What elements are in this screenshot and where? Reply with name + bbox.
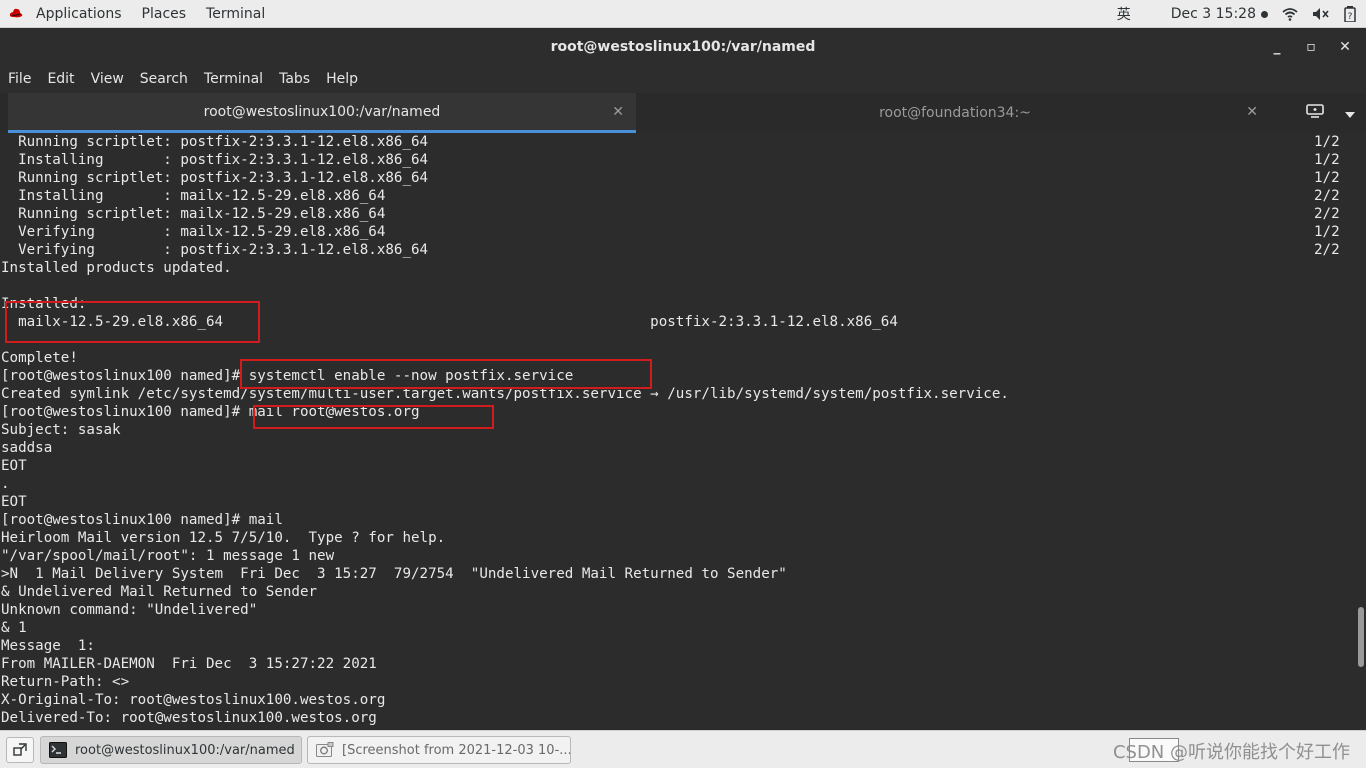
taskbar-item-screenshot[interactable]: [Screenshot from 2021-12-03 10-...: [307, 736, 571, 764]
maximize-icon: ▫: [1306, 38, 1316, 55]
terminal-line: [root@westoslinux100 named]# mail root@w…: [1, 404, 420, 420]
menubar: File Edit View Search Terminal Tabs Help: [0, 65, 1366, 93]
svg-text:?: ?: [1348, 12, 1353, 22]
terminal-line: Running scriptlet: postfix-2:3.3.1-12.el…: [1, 170, 429, 186]
watermark-text: CSDN @听说你能找个好工作: [1112, 742, 1350, 763]
volume-muted-icon[interactable]: [1312, 7, 1330, 21]
terminal-line: From MAILER-DAEMON Fri Dec 3 15:27:22 20…: [1, 656, 377, 672]
tab-bar: root@westoslinux100:/var/named ✕ root@fo…: [0, 93, 1366, 133]
terminal-line: saddsa: [1, 440, 53, 456]
terminal-line: Running scriptlet: postfix-2:3.3.1-12.el…: [1, 134, 429, 150]
menu-file[interactable]: File: [0, 71, 39, 87]
terminal-line: Return-Path: <>: [1, 674, 130, 690]
terminal-line: Heirloom Mail version 12.5 7/5/10. Type …: [1, 530, 446, 546]
tab-label: root@westoslinux100:/var/named: [203, 103, 441, 120]
power-battery-icon[interactable]: ?: [1344, 6, 1356, 22]
terminal-line: >N 1 Mail Delivery System Fri Dec 3 15:2…: [1, 566, 787, 582]
close-icon: ✕: [1339, 38, 1351, 55]
taskbar-item-label: [Screenshot from 2021-12-03 10-...: [342, 742, 571, 758]
terminal-line: Installed products updated.: [1, 260, 232, 276]
terminal-line: Verifying : mailx-12.5-29.el8.x86_64: [1, 224, 386, 240]
places-menu[interactable]: Places: [132, 6, 197, 22]
terminal-scrollbar[interactable]: [1358, 607, 1364, 667]
taskbar: root@westoslinux100:/var/named [Screensh…: [0, 730, 1366, 768]
clock-text: Dec 3 15:28: [1170, 6, 1256, 22]
terminal-line: Verifying : postfix-2:3.3.1-12.el8.x86_6…: [1, 242, 429, 258]
redhat-logo-icon: [9, 8, 23, 17]
terminal-line: .: [1, 476, 10, 492]
terminal-line: Running scriptlet: mailx-12.5-29.el8.x86…: [1, 206, 386, 222]
terminal-line: EOT: [1, 494, 27, 510]
menu-terminal[interactable]: Terminal: [196, 71, 271, 87]
install-progress-value: 1/2: [1314, 152, 1340, 168]
terminal-line: & 1: [1, 620, 27, 636]
new-tab-icon[interactable]: [1306, 103, 1324, 123]
install-progress-value: 2/2: [1314, 206, 1340, 222]
applications-menu[interactable]: Applications: [26, 6, 132, 22]
tab-label: root@foundation34:~: [879, 105, 1031, 121]
terminal-line: & Undelivered Mail Returned to Sender: [1, 584, 318, 600]
terminal-line: Unknown command: "Undelivered": [1, 602, 258, 618]
tab-foundation34[interactable]: root@foundation34:~ ✕: [640, 93, 1270, 133]
input-method-indicator[interactable]: 英: [1117, 4, 1131, 24]
taskbar-item-terminal[interactable]: root@westoslinux100:/var/named: [40, 736, 302, 764]
install-progress-value: 2/2: [1314, 242, 1340, 258]
install-progress-value: 1/2: [1314, 134, 1340, 150]
menu-view[interactable]: View: [83, 71, 132, 87]
terminal-output: Running scriptlet: postfix-2:3.3.1-12.el…: [1, 133, 1009, 727]
terminal-line: Delivered-To: root@westoslinux100.westos…: [1, 710, 377, 726]
annotation-box-systemctl: [240, 359, 652, 389]
menu-tabs[interactable]: Tabs: [271, 71, 318, 87]
terminal-line: Subject: sasak: [1, 422, 121, 438]
terminal-line: [root@westoslinux100 named]# mail: [1, 512, 283, 528]
install-progress-value: 2/2: [1314, 188, 1340, 204]
taskbar-item-label: root@westoslinux100:/var/named: [75, 742, 295, 758]
wifi-icon[interactable]: [1282, 7, 1298, 21]
terminal-line: X-Original-To: root@westoslinux100.westo…: [1, 692, 386, 708]
minimize-icon: _: [1273, 38, 1281, 55]
terminal-line: Message 1:: [1, 638, 95, 654]
install-progress-value: 1/2: [1314, 224, 1340, 240]
minimize-button[interactable]: _: [1264, 34, 1290, 60]
tab-close-icon[interactable]: ✕: [1246, 104, 1258, 120]
close-button[interactable]: ✕: [1332, 34, 1358, 60]
clock[interactable]: Dec 3 15:28: [1171, 6, 1268, 22]
window-title: root@westoslinux100:/var/named: [550, 38, 816, 55]
terminal-line: Installing : mailx-12.5-29.el8.x86_64: [1, 188, 386, 204]
terminal-app-menu[interactable]: Terminal: [196, 6, 275, 22]
show-desktop-button[interactable]: [6, 737, 34, 763]
menu-edit[interactable]: Edit: [39, 71, 82, 87]
tab-close-icon[interactable]: ✕: [612, 104, 624, 120]
show-desktop-icon: [13, 743, 27, 756]
install-progress-column: 1/2 1/2 1/2 2/2 2/2 1/2 2/2: [1314, 133, 1340, 259]
terminal-icon: [49, 742, 67, 758]
image-viewer-icon: [316, 742, 334, 757]
menu-search[interactable]: Search: [132, 71, 196, 87]
terminal-view[interactable]: Running scriptlet: postfix-2:3.3.1-12.el…: [0, 133, 1366, 730]
window-titlebar[interactable]: root@westoslinux100:/var/named _ ▫ ✕: [0, 28, 1366, 65]
tab-westoslinux100[interactable]: root@westoslinux100:/var/named ✕: [8, 93, 636, 133]
terminal-line: EOT: [1, 458, 27, 474]
tab-menu-chevron-down-icon[interactable]: [1344, 104, 1356, 123]
notification-dot-icon: [1261, 10, 1268, 18]
maximize-button[interactable]: ▫: [1298, 34, 1324, 60]
terminal-line: Installing : postfix-2:3.3.1-12.el8.x86_…: [1, 152, 429, 168]
annotation-box-mailx: [5, 301, 260, 343]
terminal-line: "/var/spool/mail/root": 1 message 1 new: [1, 548, 335, 564]
annotation-box-mail-command: [253, 405, 494, 429]
top-panel: Applications Places Terminal 英 Dec 3 15:…: [0, 0, 1366, 28]
install-progress-value: 1/2: [1314, 170, 1340, 186]
menu-help[interactable]: Help: [318, 71, 366, 87]
